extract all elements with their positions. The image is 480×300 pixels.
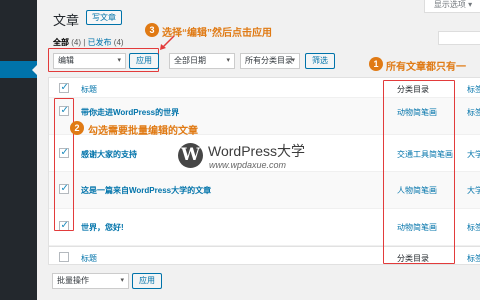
chevron-down-icon: ▾	[120, 277, 124, 284]
post-status-views: 全部 (4) | 已发布 (4)	[53, 37, 124, 48]
screen-options-label: 显示选项	[433, 0, 466, 9]
watermark: W WordPress大学 www.wpdaxue.com	[178, 140, 328, 174]
step-2-badge: 2	[70, 121, 84, 135]
bulk-action-selected-value: 编辑	[58, 56, 74, 65]
add-new-post-button[interactable]: 写文章	[86, 10, 122, 25]
screen-options-button[interactable]: 显示选项 ▾	[424, 0, 480, 13]
category-filter-select[interactable]: 所有分类目录 ▾	[240, 53, 300, 69]
admin-sidebar	[0, 0, 37, 300]
step-3-arrow-icon	[160, 35, 175, 50]
step-1-badge: 1	[369, 57, 383, 71]
step-1-callout: 所有文章都只有一	[386, 62, 466, 73]
watermark-name: WordPress大学	[208, 143, 305, 159]
posts-screen: 文章 写文章 显示选项 ▾ 全部 (4) | 已发布 (4) 编辑 ▾ 应用 全…	[0, 0, 480, 300]
post-tag-link[interactable]: 大学	[467, 185, 480, 196]
apply-button-bottom[interactable]: 应用	[132, 273, 162, 289]
view-separator: |	[83, 38, 86, 47]
category-column-highlight	[383, 80, 455, 264]
post-title-link[interactable]: 带你走进WordPress的世界	[81, 107, 179, 118]
bulk-action-bottom-selected-value: 批量操作	[57, 276, 89, 285]
view-all-count: (4)	[71, 38, 82, 47]
view-all-link[interactable]: 全部	[53, 38, 69, 47]
view-published-link[interactable]: 已发布	[88, 38, 112, 47]
date-filter-select[interactable]: 全部日期 ▾	[169, 53, 235, 69]
step-3-callout: 选择“编辑”然后点击应用	[162, 28, 272, 39]
view-published-count: (4)	[113, 38, 124, 47]
post-tag-link[interactable]: 标签	[467, 222, 480, 233]
post-tag-link[interactable]: 标签	[467, 107, 480, 118]
bulk-action-select-bottom[interactable]: 批量操作 ▾	[52, 273, 129, 289]
checkbox-column-highlight	[54, 98, 74, 231]
step-2-callout: 勾选需要批量编辑的文章	[88, 126, 198, 137]
post-title-link[interactable]: 这是一篇来自WordPress大学的文章	[81, 185, 211, 196]
post-tag-link[interactable]: 大学	[467, 149, 480, 160]
step-3-badge: 3	[145, 23, 159, 37]
sidebar-current-pointer	[32, 65, 37, 75]
category-filter-selected-value: 所有分类目录	[245, 56, 293, 65]
page-title: 文章	[53, 13, 80, 28]
chevron-down-icon: ▾	[117, 57, 121, 64]
column-title-header[interactable]: 标题	[81, 84, 97, 95]
watermark-url: www.wpdaxue.com	[209, 160, 287, 170]
search-input[interactable]	[438, 31, 480, 45]
post-title-link[interactable]: 世界，您好!	[81, 222, 124, 233]
chevron-down-icon: ▾	[226, 57, 230, 64]
chevron-down-icon: ▾	[291, 57, 295, 64]
post-title-link[interactable]: 感谢大家的支持	[81, 149, 137, 160]
column-tags-header: 标签	[467, 85, 480, 94]
apply-button[interactable]: 应用	[129, 53, 159, 69]
filter-button[interactable]: 筛选	[305, 53, 335, 69]
column-title-footer[interactable]: 标题	[81, 253, 97, 264]
date-filter-selected-value: 全部日期	[174, 56, 206, 65]
bulk-action-select[interactable]: 编辑 ▾	[53, 53, 126, 69]
select-all-checkbox[interactable]	[59, 82, 69, 93]
column-tags-footer: 标签	[467, 254, 480, 263]
wordpress-logo-icon: W	[178, 143, 203, 168]
chevron-down-icon: ▾	[468, 0, 473, 9]
select-all-checkbox-footer[interactable]	[59, 252, 69, 262]
